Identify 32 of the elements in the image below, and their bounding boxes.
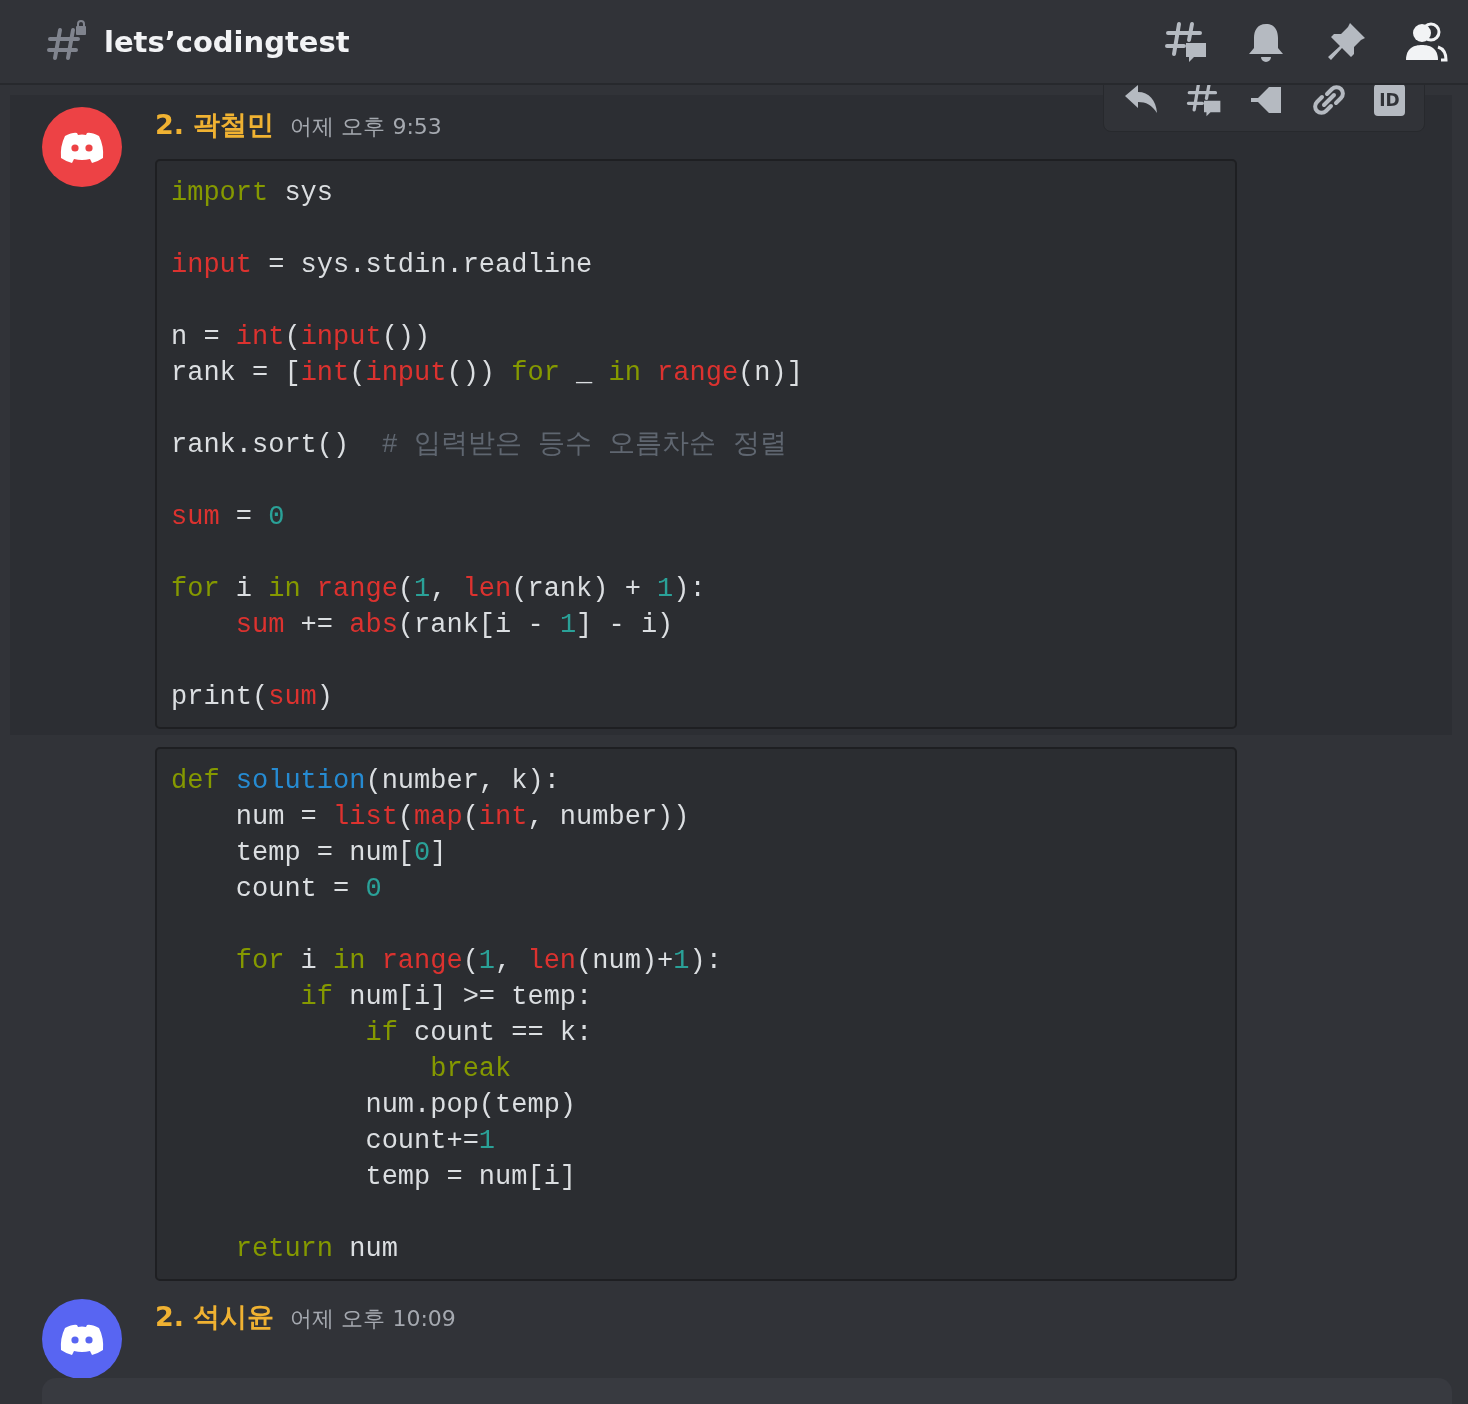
code-line: print(sum): [171, 681, 335, 714]
code-line: if num[i] >= temp:: [299, 981, 594, 1014]
code-line: num = list(map(int, number)): [234, 801, 691, 834]
author-name[interactable]: 2. 석시윤: [155, 1299, 275, 1335]
code-line: import sys: [171, 177, 335, 210]
channel-title: lets’codingtest: [104, 24, 351, 59]
code-line: rank.sort() # 입력받은 등수 오름차순 정렬: [171, 429, 788, 462]
code-line: n = int(input()): [171, 321, 432, 354]
code-line: temp = num[i]: [364, 1161, 578, 1194]
code-line: if count == k:: [364, 1017, 594, 1050]
threads-icon[interactable]: [1186, 85, 1223, 118]
code-line: count = 0: [234, 873, 383, 906]
timestamp: 어제 오후 10:09: [290, 1305, 456, 1333]
code-line: sum = 0: [171, 501, 286, 534]
code-line: num.pop(temp): [364, 1089, 578, 1122]
code-line: for i in range(1, len(num)+1):: [234, 945, 723, 978]
code-line: for i in range(1, len(rank) + 1):: [171, 573, 707, 606]
code-line: count+=1: [364, 1125, 497, 1158]
author-name[interactable]: 2. 곽철민: [155, 107, 275, 143]
code-line: sum += abs(rank[i - 1] - i): [234, 609, 675, 642]
copy-id-button[interactable]: ID: [1374, 85, 1405, 116]
code-line: return num: [234, 1233, 399, 1266]
code-line: input = sys.stdin.readline: [171, 249, 594, 282]
code-line: break: [429, 1053, 513, 1086]
avatar[interactable]: [42, 107, 122, 187]
avatar[interactable]: [42, 1299, 122, 1379]
code-line: def solution(number, k):: [171, 765, 561, 798]
timestamp: 어제 오후 9:53: [290, 113, 442, 141]
link-icon[interactable]: [1311, 85, 1348, 118]
code-line: temp = num[0]: [234, 837, 448, 870]
threads-icon[interactable]: [1164, 19, 1208, 64]
code-line: rank = [int(input()) for _ in range(n)]: [171, 357, 804, 390]
